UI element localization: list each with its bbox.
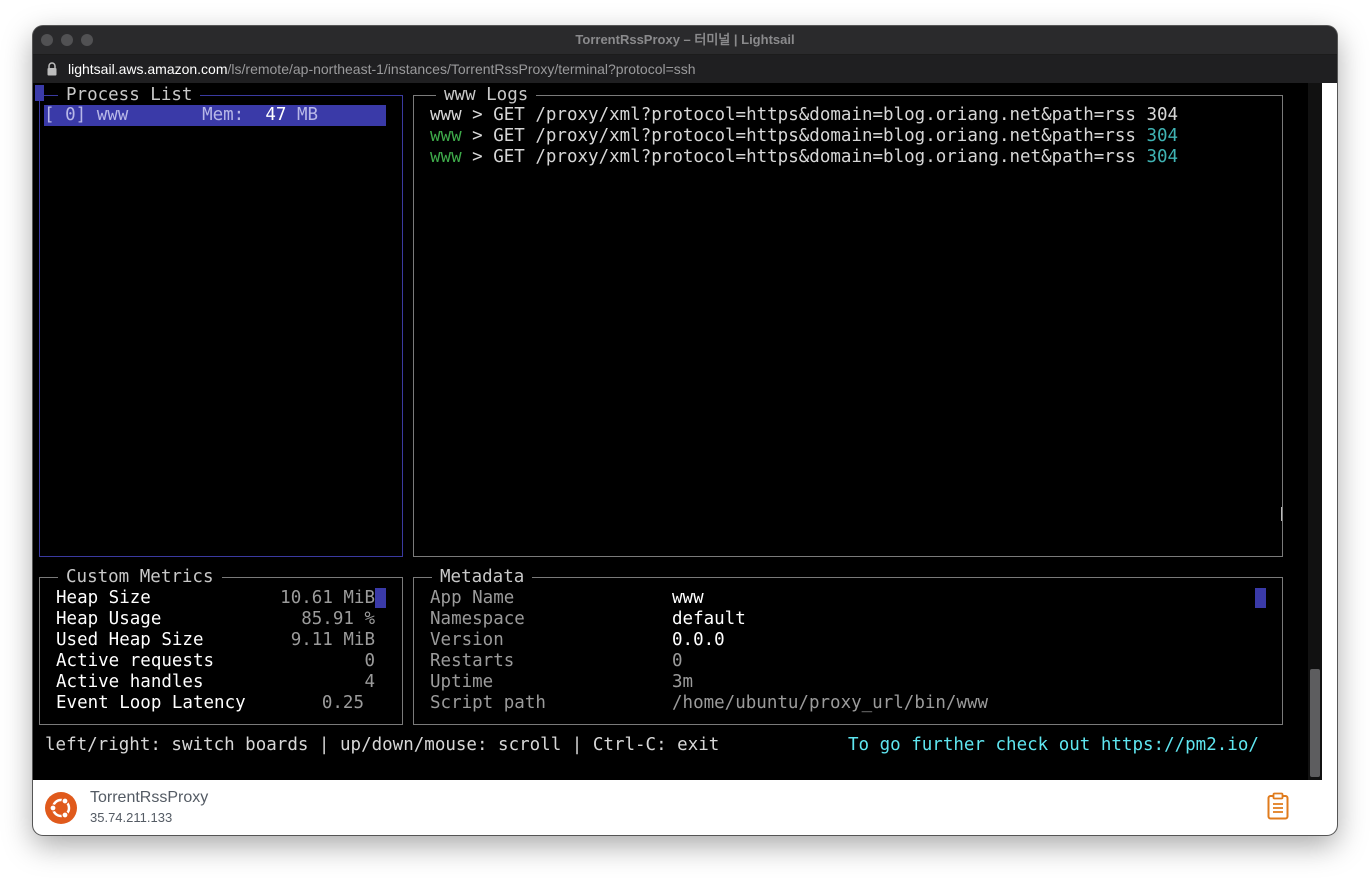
metadata-label: Script path (430, 693, 546, 713)
window-title: TorrentRssProxy – 터미널 | Lightsail (575, 32, 795, 47)
metadata-value: 0.0.0 (672, 630, 725, 650)
metadata-label: Namespace (430, 609, 525, 629)
metric-value: 10.61 MiB (280, 588, 375, 608)
right-gutter (1322, 83, 1337, 780)
metadata-label: Restarts (430, 651, 515, 671)
metric-label: Used Heap Size (56, 630, 204, 650)
process-list-title: Process List (58, 84, 201, 106)
instance-footer: TorrentRssProxy 35.74.211.133 (33, 780, 1337, 835)
metric-label: Event Loop Latency (56, 693, 246, 713)
terminal[interactable]: Process List [ 0] www Mem: 47 MB www Log… (33, 83, 1337, 780)
log-line: www > GET /proxy/xml?protocol=https&doma… (430, 105, 1178, 126)
process-mem-label: Mem: (202, 105, 245, 125)
metric-value: 9.11 MiB (290, 630, 375, 650)
lock-icon (47, 62, 57, 76)
process-list-panel[interactable]: Process List (39, 84, 403, 557)
process-mem-unit: MB (296, 105, 319, 125)
clipboard-icon[interactable] (1267, 792, 1289, 820)
ubuntu-icon (45, 792, 77, 824)
scrollbar-thumb[interactable] (1310, 669, 1320, 777)
instance-name: TorrentRssProxy (90, 789, 209, 806)
metric-label: Heap Size (56, 588, 151, 608)
title-bar: TorrentRssProxy – 터미널 | Lightsail (33, 26, 1337, 55)
process-name: www (96, 105, 129, 125)
custom-metrics-title: Custom Metrics (58, 566, 222, 588)
log-status: 304 (1146, 147, 1179, 167)
url-host: lightsail.aws.amazon.com (68, 61, 228, 77)
pm2-promo-link[interactable]: To go further check out https://pm2.io/ (848, 735, 1259, 756)
metadata-label: App Name (430, 588, 515, 608)
metric-value: 0 (364, 651, 375, 671)
log-request: > GET /proxy/xml?protocol=https&domain=b… (461, 126, 1136, 146)
log-app: www (430, 126, 462, 146)
metric-label: Active requests (56, 651, 215, 671)
process-item-www[interactable]: [ 0] www Mem: 47 MB (44, 105, 386, 126)
keyboard-help: left/right: switch boards | up/down/mous… (45, 735, 720, 755)
metadata-value: default (672, 609, 746, 629)
browser-window: TorrentRssProxy – 터미널 | Lightsail lights… (33, 26, 1337, 835)
metadata-value: 3m (672, 672, 694, 692)
metadata-label: Uptime (430, 672, 494, 692)
log-line: www > GET /proxy/xml?protocol=https&doma… (430, 126, 1178, 147)
log-status: 304 (1146, 105, 1179, 125)
metadata-label: Version (430, 630, 504, 650)
log-line: www > GET /proxy/xml?protocol=https&doma… (430, 147, 1178, 168)
metadata-title: Metadata (432, 566, 533, 588)
url-text[interactable]: lightsail.aws.amazon.com/ls/remote/ap-no… (68, 55, 696, 83)
metadata-value: /home/ubuntu/proxy_url/bin/www (672, 693, 989, 713)
logs-title: www Logs (436, 84, 537, 106)
process-mem-value: 47 (265, 105, 287, 125)
scroll-indicator (375, 588, 386, 608)
cursor-block (35, 85, 44, 101)
terminal-scrollbar[interactable] (1308, 83, 1322, 780)
text-cursor (1281, 507, 1284, 521)
log-status: 304 (1146, 126, 1179, 146)
process-index: [ 0] (44, 105, 87, 125)
metric-value: 0.25 (321, 693, 364, 713)
log-app: www (430, 105, 462, 125)
metadata-value: 0 (672, 651, 683, 671)
scroll-indicator (1255, 588, 1266, 608)
log-request: > GET /proxy/xml?protocol=https&domain=b… (461, 105, 1136, 125)
address-bar[interactable]: lightsail.aws.amazon.com/ls/remote/ap-no… (33, 55, 1337, 83)
url-path: /ls/remote/ap-northeast-1/instances/Torr… (227, 61, 696, 77)
instance-ip: 35.74.211.133 (90, 810, 173, 825)
metric-label: Active handles (56, 672, 204, 692)
log-app: www (430, 147, 462, 167)
metric-label: Heap Usage (56, 609, 162, 629)
metadata-value: www (672, 588, 704, 608)
metric-value: 4 (364, 672, 375, 692)
log-request: > GET /proxy/xml?protocol=https&domain=b… (461, 147, 1136, 167)
metric-value: 85.91 % (301, 609, 375, 629)
